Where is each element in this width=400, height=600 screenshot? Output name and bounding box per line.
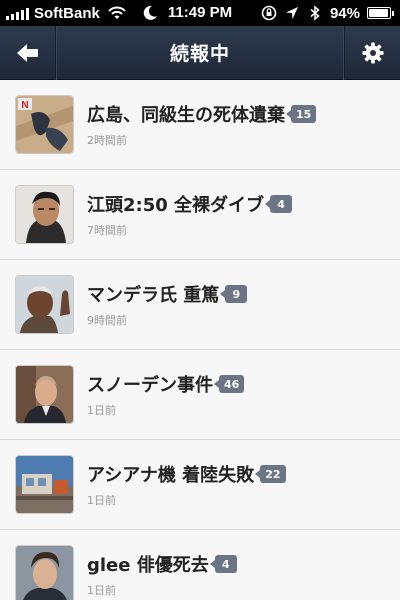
settings-button[interactable] xyxy=(344,26,400,80)
news-thumbnail xyxy=(16,456,73,513)
news-timestamp: 1日前 xyxy=(87,584,116,597)
news-title: スノーデン事件 xyxy=(87,375,213,396)
news-thumbnail xyxy=(16,276,73,333)
news-thumbnail xyxy=(16,546,73,600)
page-title: 続報中 xyxy=(169,43,230,65)
news-thumbnail: N xyxy=(16,96,73,153)
news-thumbnail xyxy=(16,366,73,423)
navigation-bar: 続報中 xyxy=(0,26,400,80)
news-item[interactable]: スノーデン事件 46 1日前 xyxy=(0,350,400,440)
update-count-badge: 4 xyxy=(265,195,293,213)
news-timestamp: 7時間前 xyxy=(87,224,127,237)
news-timestamp: 2時間前 xyxy=(87,134,127,147)
update-count-badge: 9 xyxy=(220,285,248,303)
back-button[interactable] xyxy=(0,26,56,80)
back-arrow-icon xyxy=(16,44,38,62)
update-count-badge: 15 xyxy=(285,105,317,123)
news-thumbnail xyxy=(16,186,73,243)
gear-icon xyxy=(361,42,384,64)
location-icon xyxy=(285,7,298,19)
rotation-lock-icon xyxy=(261,5,277,21)
news-item[interactable]: glee 俳優死去 4 1日前 xyxy=(0,530,400,600)
news-item[interactable]: マンデラ氏 重篤 9 9時間前 xyxy=(0,260,400,350)
news-title: アシアナ機 着陸失敗 xyxy=(87,465,255,486)
update-count-badge: 46 xyxy=(213,375,245,393)
news-title: 江頭2:50 全裸ダイブ xyxy=(87,195,265,216)
news-title: glee 俳優死去 xyxy=(87,555,209,576)
carrier-name: SoftBank xyxy=(34,4,100,22)
news-title: マンデラ氏 重篤 xyxy=(87,285,220,306)
news-list: N 広島、同級生の死体遺棄 15 2時間前 江頭2:50 全裸ダイブ 4 7時間… xyxy=(0,80,400,600)
news-timestamp: 9時間前 xyxy=(87,314,127,327)
battery-percent: 94% xyxy=(329,4,360,22)
update-count-badge: 22 xyxy=(255,465,286,483)
battery-icon xyxy=(367,7,394,19)
news-title: 広島、同級生の死体遺棄 xyxy=(87,105,285,126)
news-logo-badge: N xyxy=(21,100,28,111)
news-timestamp: 1日前 xyxy=(87,404,116,417)
status-bar: SoftBank 11:49 PM 94% xyxy=(0,0,400,26)
news-item[interactable]: N 広島、同級生の死体遺棄 15 2時間前 xyxy=(0,80,400,170)
battery-level xyxy=(369,9,388,17)
bluetooth-icon xyxy=(310,5,320,21)
update-count-badge: 4 xyxy=(209,555,237,573)
news-timestamp: 1日前 xyxy=(87,494,116,507)
news-item[interactable]: 江頭2:50 全裸ダイブ 4 7時間前 xyxy=(0,170,400,260)
moon-icon xyxy=(143,5,157,20)
signal-icon xyxy=(6,6,29,20)
news-item[interactable]: アシアナ機 着陸失敗 22 1日前 xyxy=(0,440,400,530)
wifi-icon xyxy=(108,6,126,19)
